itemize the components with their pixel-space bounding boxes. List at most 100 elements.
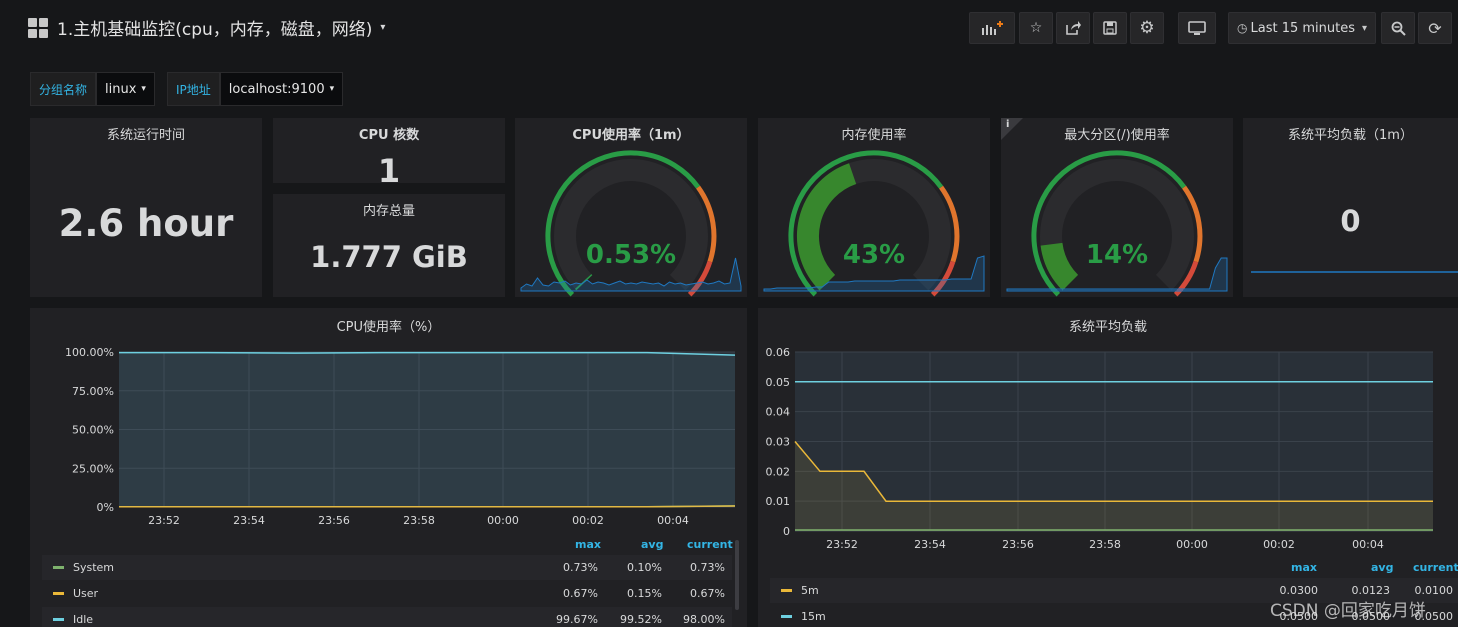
- cpu-usage-gauge-panel[interactable]: CPU使用率（1m） 0.53%: [515, 118, 747, 297]
- uptime-value: 2.6 hour: [58, 202, 234, 245]
- mem-total-panel[interactable]: 内存总量 1.777 GiB: [273, 194, 505, 297]
- y-tick-label: 0.02: [766, 465, 791, 478]
- add-panel-button[interactable]: [969, 12, 1015, 44]
- refresh-button[interactable]: ⟳: [1418, 12, 1452, 44]
- load-chart-svg: 0.06 0.05 0.04 0.03 0.02 0.01 0 23:52 23:54 23:56…: [766, 346, 1433, 551]
- dashboards-grid-icon: [28, 17, 48, 38]
- y-tick-label: 0%: [97, 501, 114, 514]
- legend-row-system[interactable]: System 0.73% 0.10% 0.73%: [42, 555, 732, 580]
- legend-header-max: max: [1291, 561, 1317, 574]
- legend-current: 0.67%: [690, 587, 725, 600]
- x-tick-label: 23:52: [826, 538, 858, 551]
- legend-swatch: [53, 566, 64, 569]
- legend-swatch: [53, 592, 64, 595]
- x-tick-label: 23:52: [148, 514, 180, 527]
- legend-avg: 99.52%: [620, 613, 662, 626]
- mem-usage-value: 43%: [842, 240, 906, 270]
- load-avg-panel[interactable]: 系统平均负载（1m） 0: [1243, 118, 1458, 297]
- y-tick-label: 0.06: [766, 346, 791, 359]
- load-avg-graph-panel[interactable]: 系统平均负载 0.06 0.05 0.04 0.03 0.02 0.01 0 23:52 23:…: [758, 308, 1458, 627]
- legend-swatch: [53, 618, 64, 621]
- legend-name: System: [73, 561, 115, 574]
- clock-icon: ◷: [1237, 21, 1248, 35]
- x-tick-label: 00:04: [1352, 538, 1384, 551]
- series-area: [119, 352, 735, 507]
- mem-gauge-svg: [763, 150, 985, 297]
- legend-header-max: max: [575, 538, 601, 551]
- zoom-out-icon: [1391, 21, 1406, 36]
- legend-max: 99.67%: [556, 613, 598, 626]
- top-navbar: 1.主机基础监控(cpu，内存，磁盘，网络) ▾ ☆ ⚙ ◷ Last 15 m…: [0, 0, 1458, 58]
- panel-title: 内存总量: [362, 204, 415, 219]
- variable-label: IP地址: [167, 72, 220, 106]
- time-picker-button[interactable]: ◷ Last 15 minutes ▾: [1228, 12, 1376, 44]
- legend-swatch: [781, 589, 792, 592]
- panel-title: 系统运行时间: [106, 128, 185, 143]
- variable-dropdown-group[interactable]: linux ▾: [96, 72, 155, 106]
- x-tick-label: 23:54: [233, 514, 265, 527]
- x-tick-label: 23:58: [1089, 538, 1121, 551]
- panel-title: CPU 核数: [358, 128, 420, 143]
- x-tick-label: 00:04: [657, 514, 689, 527]
- x-tick-label: 23:56: [318, 514, 350, 527]
- disk-usage-gauge-panel[interactable]: i 最大分区(/)使用率 14%: [1001, 118, 1233, 297]
- save-button[interactable]: [1093, 12, 1127, 44]
- x-tick-label: 23:58: [403, 514, 435, 527]
- watermark: CSDN @回家吃月饼: [1270, 601, 1426, 621]
- y-tick-label: 100.00%: [65, 346, 114, 359]
- legend-row-user[interactable]: User 0.67% 0.15% 0.67%: [42, 581, 732, 606]
- chevron-down-icon: ▾: [1362, 22, 1368, 34]
- y-tick-label: 50.00%: [72, 424, 114, 437]
- x-tick-label: 00:00: [1176, 538, 1208, 551]
- legend-scrollbar[interactable]: [735, 540, 739, 610]
- legend-header-avg: avg: [1371, 561, 1394, 574]
- x-tick-label: 00:02: [572, 514, 604, 527]
- refresh-icon: ⟳: [1428, 18, 1442, 38]
- x-tick-label: 23:54: [914, 538, 946, 551]
- cpu-cores-value: 1: [377, 152, 401, 190]
- legend-header-avg: avg: [641, 538, 664, 551]
- x-tick-label: 00:02: [1263, 538, 1295, 551]
- y-tick-label: 0: [783, 525, 790, 538]
- variable-dropdown-ip[interactable]: localhost:9100 ▾: [219, 72, 344, 106]
- legend-max: 0.67%: [563, 587, 598, 600]
- zoom-out-button[interactable]: [1381, 12, 1415, 44]
- disk-usage-value: 14%: [1085, 240, 1149, 270]
- legend-name: User: [73, 587, 99, 600]
- time-range-label: Last 15 minutes: [1250, 20, 1355, 36]
- legend-name: Idle: [73, 613, 94, 626]
- dashboard-title-button[interactable]: 1.主机基础监控(cpu，内存，磁盘，网络) ▾: [28, 15, 385, 40]
- y-tick-label: 0.05: [766, 376, 791, 389]
- view-mode-button[interactable]: [1178, 12, 1216, 44]
- y-tick-label: 75.00%: [72, 385, 114, 398]
- star-button[interactable]: ☆: [1019, 12, 1053, 44]
- add-panel-icon: [982, 21, 1003, 35]
- legend-avg: 0.15%: [627, 587, 662, 600]
- y-tick-label: 0.04: [766, 406, 791, 419]
- legend-header-current: current: [687, 538, 733, 551]
- x-tick-label: 00:00: [487, 514, 519, 527]
- mem-total-value: 1.777 GiB: [310, 240, 468, 274]
- star-icon: ☆: [1029, 20, 1043, 36]
- dashboard-title: 1.主机基础监控(cpu，内存，磁盘，网络): [57, 20, 373, 40]
- cpu-usage-value: 0.53%: [585, 240, 677, 270]
- legend-row-idle[interactable]: Idle 99.67% 99.52% 98.00%: [42, 607, 732, 627]
- variable-label: 分组名称: [30, 72, 97, 106]
- legend-name: 5m: [801, 584, 819, 597]
- cpu-usage-graph-panel[interactable]: CPU使用率（%） 100.00% 75.00% 50.00% 25.00% 0% 23:…: [30, 308, 747, 627]
- y-tick-label: 0.03: [766, 436, 791, 449]
- mem-usage-gauge-panel[interactable]: 内存使用率 43%: [758, 118, 990, 297]
- uptime-panel[interactable]: 系统运行时间 2.6 hour: [30, 118, 262, 297]
- load-sparkline-svg: [1251, 271, 1458, 273]
- share-button[interactable]: [1056, 12, 1090, 44]
- chevron-down-icon: ▾: [141, 84, 146, 94]
- disk-gauge-svg: [1006, 150, 1228, 297]
- legend-swatch: [781, 615, 792, 618]
- x-tick-label: 23:56: [1002, 538, 1034, 551]
- legend-header-current: current: [1413, 561, 1458, 574]
- legend-max: 0.73%: [563, 561, 598, 574]
- legend-avg: 0.10%: [627, 561, 662, 574]
- cpu-cores-panel[interactable]: CPU 核数 1: [273, 118, 505, 190]
- y-tick-label: 0.01: [766, 495, 791, 508]
- settings-button[interactable]: ⚙: [1130, 12, 1164, 44]
